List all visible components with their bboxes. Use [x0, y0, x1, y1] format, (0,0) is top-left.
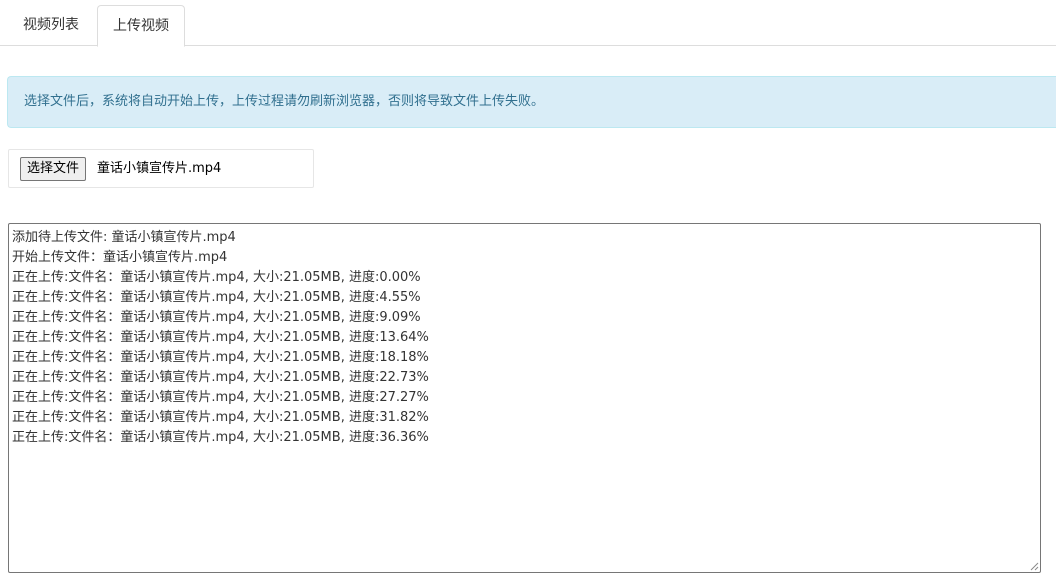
file-picker: 选择文件 童话小镇宣传片.mp4 — [8, 149, 314, 188]
log-line: 正在上传:文件名：童话小镇宣传片.mp4, 大小:21.05MB, 进度:18.… — [12, 350, 429, 365]
log-line: 正在上传:文件名：童话小镇宣传片.mp4, 大小:21.05MB, 进度:4.5… — [12, 290, 421, 305]
tab-upload-video[interactable]: 上传视频 — [97, 5, 185, 47]
resize-grip-icon[interactable] — [1029, 561, 1039, 571]
tab-video-list[interactable]: 视频列表 — [8, 5, 94, 46]
log-line: 正在上传:文件名：童话小镇宣传片.mp4, 大小:21.05MB, 进度:22.… — [12, 370, 429, 385]
tab-bar: 视频列表 上传视频 — [0, 0, 1056, 47]
log-line: 正在上传:文件名：童话小镇宣传片.mp4, 大小:21.05MB, 进度:9.0… — [12, 310, 421, 325]
choose-file-button[interactable]: 选择文件 — [20, 157, 87, 181]
log-line: 开始上传文件：童话小镇宣传片.mp4 — [12, 250, 228, 265]
upload-log-textarea[interactable]: 添加待上传文件: 童话小镇宣传片.mp4 开始上传文件：童话小镇宣传片.mp4 … — [8, 223, 1041, 573]
log-line: 正在上传:文件名：童话小镇宣传片.mp4, 大小:21.05MB, 进度:36.… — [12, 430, 429, 445]
log-line: 正在上传:文件名：童话小镇宣传片.mp4, 大小:21.05MB, 进度:31.… — [12, 410, 429, 425]
log-line: 正在上传:文件名：童话小镇宣传片.mp4, 大小:21.05MB, 进度:27.… — [12, 390, 429, 405]
log-line: 正在上传:文件名：童话小镇宣传片.mp4, 大小:21.05MB, 进度:0.0… — [12, 270, 421, 285]
log-line: 添加待上传文件: 童话小镇宣传片.mp4 — [12, 230, 236, 245]
log-line: 正在上传:文件名：童话小镇宣传片.mp4, 大小:21.05MB, 进度:13.… — [12, 330, 429, 345]
upload-info-alert: 选择文件后，系统将自动开始上传，上传过程请勿刷新浏览器，否则将导致文件上传失败。 — [7, 76, 1056, 128]
selected-file-name: 童话小镇宣传片.mp4 — [97, 161, 222, 176]
